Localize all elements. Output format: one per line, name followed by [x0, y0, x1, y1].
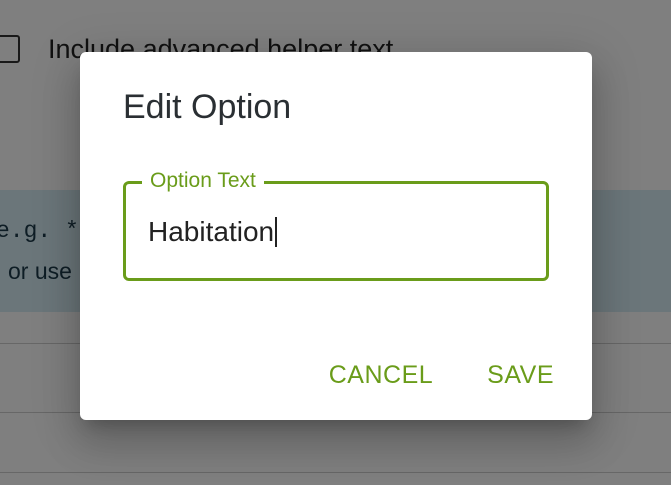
dialog-actions: CANCEL SAVE [329, 361, 554, 390]
text-caret [275, 217, 278, 247]
dialog-title: Edit Option [123, 88, 292, 126]
edit-option-dialog: Edit Option Option Text Habitation CANCE… [80, 52, 592, 420]
save-button[interactable]: SAVE [487, 361, 554, 390]
option-text-field[interactable]: Option Text Habitation [123, 168, 549, 281]
page: Include advanced helper text e.g. **b or… [0, 0, 671, 485]
option-text-value: Habitation [148, 216, 275, 247]
option-text-label: Option Text [142, 168, 264, 194]
option-text-input[interactable]: Habitation [148, 214, 518, 250]
cancel-button[interactable]: CANCEL [329, 361, 433, 390]
